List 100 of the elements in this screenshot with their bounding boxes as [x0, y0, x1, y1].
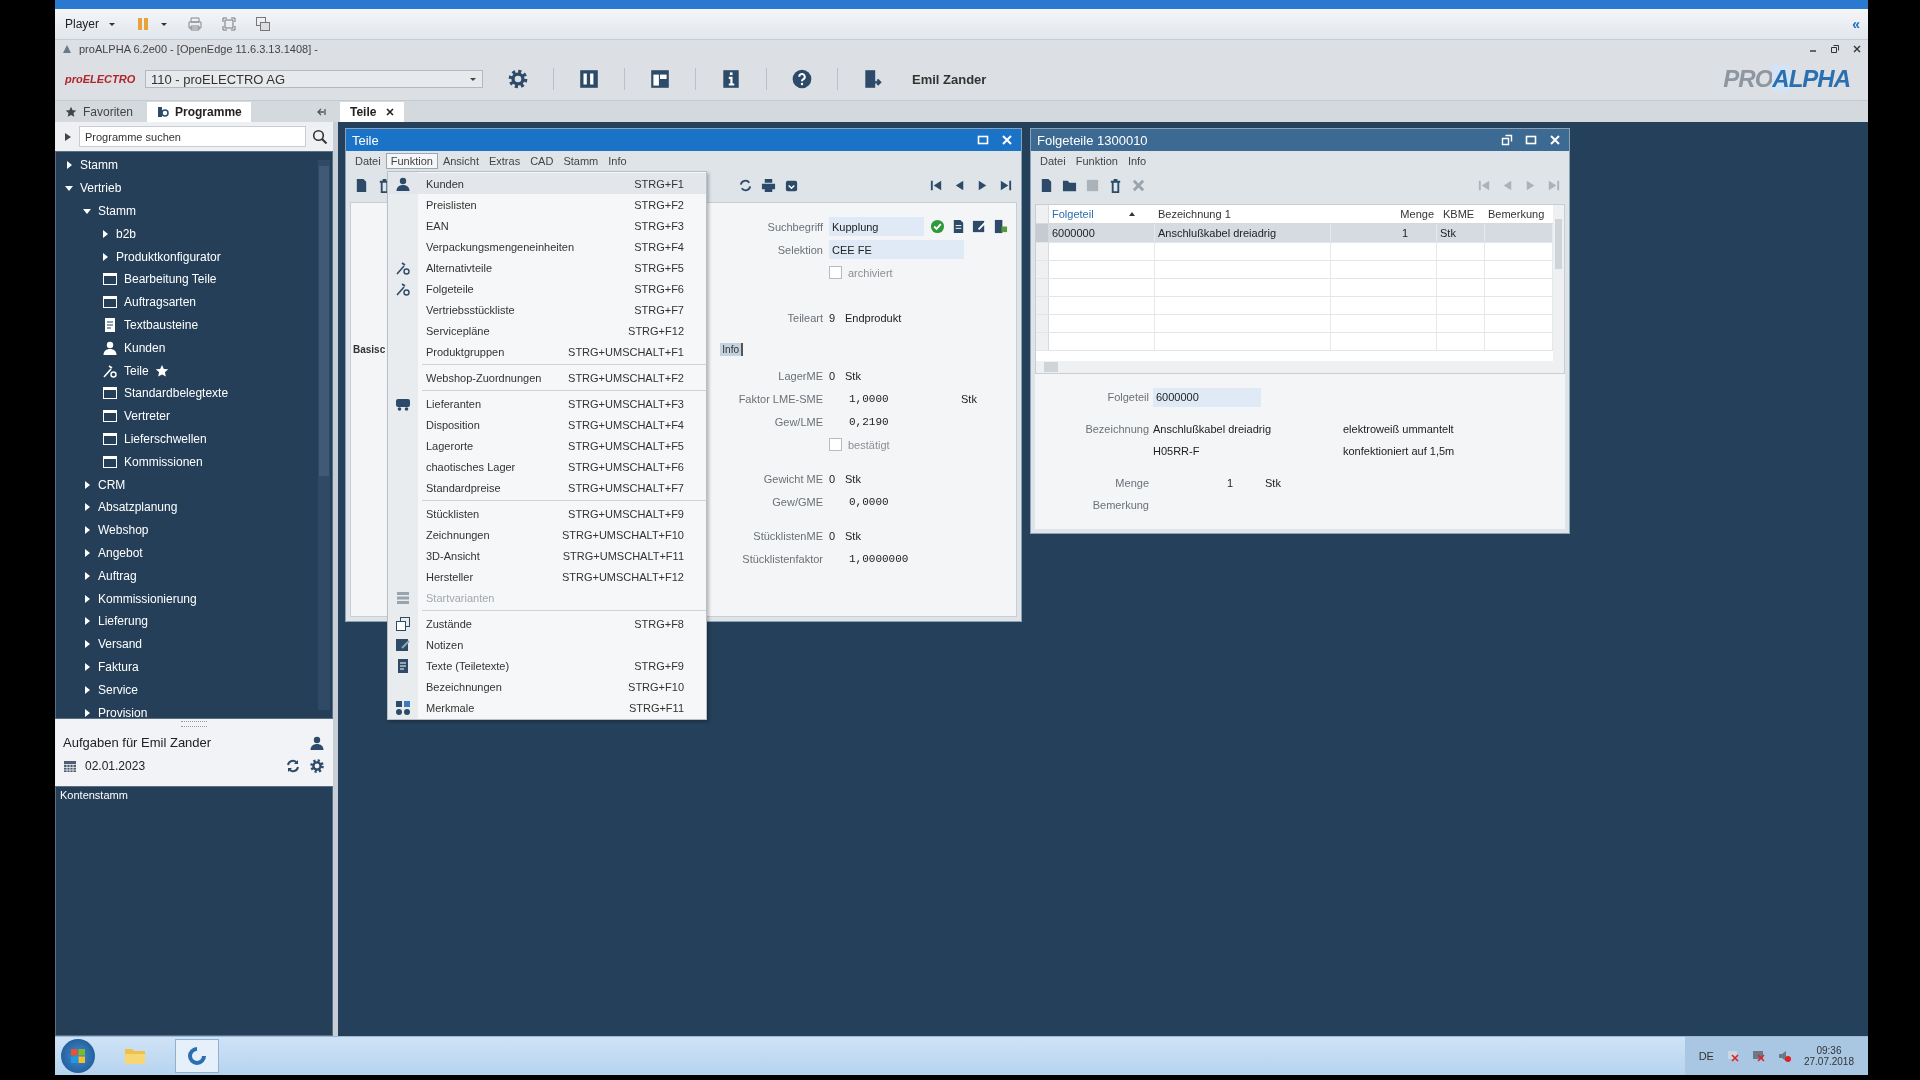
exit-icon[interactable]	[862, 68, 884, 90]
tree-item[interactable]: Textbausteine	[124, 317, 199, 332]
expander-icon[interactable]	[82, 707, 92, 718]
tree-item[interactable]: Produktkonfigurator	[116, 249, 221, 264]
menu-item[interactable]: 3D-Ansicht STRG+UMSCHALT+F11	[388, 545, 706, 566]
tree-item[interactable]: CRM	[98, 477, 126, 492]
menu-item[interactable]: Kunden STRG+F1	[388, 173, 706, 194]
tree-item[interactable]: Lieferung	[98, 614, 149, 629]
help-icon[interactable]	[791, 68, 813, 90]
expander-icon[interactable]	[100, 228, 110, 239]
menu-item[interactable]: Disposition STRG+UMSCHALT+F4	[388, 414, 706, 435]
column-header[interactable]: Bemerkung	[1485, 208, 1553, 220]
sidebar-tab[interactable]: Programme	[147, 102, 252, 122]
tree-item[interactable]: Auftragsarten	[124, 295, 197, 310]
menu-item[interactable]: Folgeteile STRG+F6	[388, 278, 706, 299]
expander-icon[interactable]	[82, 616, 92, 627]
menu-item[interactable]: Verpackungsmengeneinheiten STRG+F4	[388, 236, 706, 257]
network-icon[interactable]	[1751, 1049, 1766, 1063]
menu-item[interactable]: Zeichnungen STRG+UMSCHALT+F10	[388, 524, 706, 545]
expander-icon[interactable]	[82, 593, 92, 604]
maximize-icon[interactable]	[977, 134, 989, 146]
form-tab[interactable]: Info	[720, 342, 743, 356]
menu-item[interactable]: CAD	[525, 153, 559, 169]
text-field[interactable]: 6000000	[1153, 387, 1261, 407]
menu-item[interactable]: Bezeichnungen STRG+F10	[388, 676, 706, 697]
menu-item[interactable]: Merkmale STRG+F11	[388, 697, 706, 718]
scrollbar[interactable]	[1553, 205, 1564, 373]
pin-icon[interactable]	[317, 107, 327, 117]
menu-item[interactable]: Preislisten STRG+F2	[388, 194, 706, 215]
print-icon[interactable]	[761, 178, 776, 193]
refresh-icon[interactable]	[738, 178, 753, 193]
search-field[interactable]: Programme suchen	[79, 126, 306, 147]
folder-icon[interactable]	[1062, 178, 1077, 193]
tree-item[interactable]: Absatzplanung	[98, 500, 178, 515]
checkbox[interactable]	[829, 266, 842, 279]
menu-item[interactable]: Vertriebsstückliste STRG+F7	[388, 299, 706, 320]
expander-icon[interactable]	[82, 547, 92, 558]
language-indicator[interactable]: DE	[1698, 1050, 1714, 1062]
expander-icon[interactable]	[82, 525, 92, 536]
layout-icon[interactable]	[649, 68, 671, 90]
list-item[interactable]: Kontenstamm	[60, 789, 128, 801]
fit-screen-icon[interactable]	[221, 16, 237, 32]
menu-item[interactable]: Datei	[1035, 153, 1071, 169]
column-header[interactable]: Menge	[1331, 208, 1437, 220]
tree-item[interactable]: Standardbelegtexte	[124, 386, 229, 401]
expander-icon[interactable]	[100, 251, 110, 262]
tree-item[interactable]: Kommissionen	[124, 454, 203, 469]
windows-icon[interactable]	[255, 16, 271, 32]
info-icon[interactable]	[720, 68, 742, 90]
tree-item[interactable]: Kunden	[124, 340, 166, 355]
menu-item[interactable]: Info	[1122, 153, 1152, 169]
volume-icon[interactable]	[1777, 1049, 1792, 1063]
company-dropdown[interactable]: 110 - proELECTRO AG	[145, 70, 483, 88]
menu-item[interactable]: Stamm	[558, 153, 604, 169]
refresh-icon[interactable]	[285, 757, 301, 774]
text-field[interactable]: Kupplung	[829, 217, 924, 236]
menu-item[interactable]: Texte (Teiletexte) STRG+F9	[388, 655, 706, 676]
expander-icon[interactable]	[82, 502, 92, 513]
tree-item[interactable]: Vertrieb	[80, 181, 122, 196]
delete-icon[interactable]	[1108, 178, 1123, 193]
expander-icon[interactable]	[82, 206, 92, 216]
menu-item[interactable]: Funktion	[1070, 153, 1123, 169]
scrollbar[interactable]	[1036, 361, 1553, 373]
tree-item[interactable]: Kommissionierung	[98, 591, 197, 606]
sidebar-tab[interactable]: Favoriten	[55, 102, 144, 122]
menu-item[interactable]: Datei	[350, 153, 386, 169]
tree-item[interactable]: Teile	[124, 363, 149, 378]
document-icon[interactable]	[951, 219, 966, 234]
column-header[interactable]: Bezeichnung 1	[1155, 208, 1331, 220]
tree-item[interactable]: Lieferschwellen	[124, 431, 207, 446]
tree-item[interactable]: Provision	[98, 705, 148, 720]
flag-icon[interactable]	[1725, 1049, 1740, 1063]
menu-item[interactable]: Extras	[483, 153, 526, 169]
menu-item[interactable]: Info	[603, 153, 632, 169]
check-icon[interactable]	[930, 219, 945, 234]
document-tab[interactable]: Teile	[340, 102, 405, 122]
search-icon[interactable]	[312, 128, 328, 145]
menu-item[interactable]: Ansicht	[437, 153, 484, 169]
tree-item[interactable]: Service	[98, 682, 138, 697]
menu-item[interactable]: Zustände STRG+F8	[388, 613, 706, 634]
tree-item[interactable]: Angebot	[98, 545, 143, 560]
expand-icon[interactable]	[63, 131, 73, 142]
last-record-icon[interactable]	[998, 178, 1013, 193]
tree-item[interactable]: Faktura	[98, 659, 139, 674]
columns-icon[interactable]	[578, 68, 600, 90]
menu-item[interactable]: EAN STRG+F3	[388, 215, 706, 236]
first-record-icon[interactable]	[929, 178, 944, 193]
list-icon[interactable]	[993, 219, 1008, 234]
menu-item[interactable]: Lagerorte STRG+UMSCHALT+F5	[388, 435, 706, 456]
new-document-icon[interactable]	[1039, 178, 1054, 193]
tree-item[interactable]: Versand	[98, 637, 143, 652]
menu-item[interactable]: Produktgruppen STRG+UMSCHALT+F1	[388, 341, 706, 362]
menu-item[interactable]: chaotisches Lager STRG+UMSCHALT+F6	[388, 456, 706, 477]
caret-icon[interactable]	[469, 75, 477, 83]
calendar-icon[interactable]	[63, 758, 77, 773]
tree-item[interactable]: Stamm	[98, 204, 136, 218]
new-document-icon[interactable]	[354, 178, 369, 193]
tree-item[interactable]: b2b	[116, 226, 137, 241]
sort-icon[interactable]	[1128, 210, 1136, 218]
player-menu[interactable]: Player	[65, 17, 99, 31]
